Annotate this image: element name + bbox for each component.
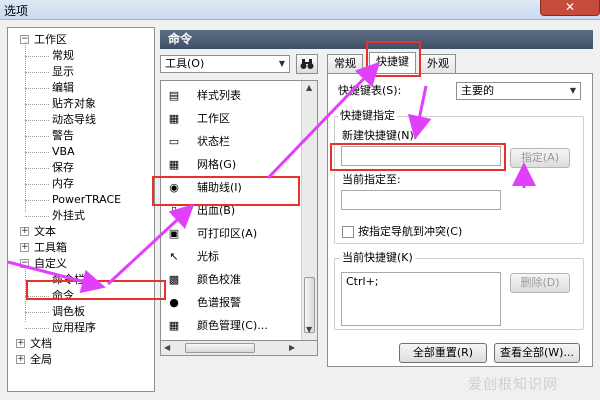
arrow-to-guides-command <box>106 203 195 286</box>
arrow-to-shortcuts-tab <box>266 61 381 180</box>
arrow-to-command-node <box>7 260 106 294</box>
annotation-arrows <box>7 61 536 294</box>
watermark: 爱创根知识网 <box>468 377 558 393</box>
arrow-to-new-shortcut <box>407 85 432 140</box>
